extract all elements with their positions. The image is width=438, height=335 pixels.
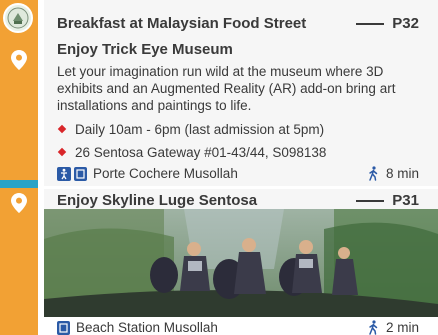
walking-person-icon: [369, 320, 378, 335]
accent-strip: [0, 180, 38, 188]
location-pin-icon: [11, 193, 27, 213]
stop-title: Enjoy Skyline Luge Sentosa: [57, 192, 258, 209]
detail-address: 26 Sentosa Gateway #01-43/44, S098138: [57, 145, 326, 160]
detail-text: 26 Sentosa Gateway #01-43/44, S098138: [75, 145, 327, 160]
walk-time: 8 min: [368, 166, 419, 181]
musollah-icon: [57, 320, 70, 335]
facility-info: Porte Cochere Musollah: [57, 166, 238, 181]
walk-time: 2 min: [368, 320, 419, 335]
stop-title: Breakfast at Malaysian Food Street: [57, 15, 307, 32]
logo-badge: [3, 3, 33, 33]
page-reference[interactable]: P31: [356, 192, 419, 209]
page-number: P31: [392, 192, 419, 209]
page-number: P32: [392, 15, 419, 32]
walk-time-label: 8 min: [385, 166, 419, 181]
leader-line: [356, 199, 385, 202]
stop-title: Enjoy Trick Eye Museum: [57, 41, 233, 58]
page-reference[interactable]: P32: [356, 15, 419, 32]
location-pin-icon: [11, 50, 27, 70]
facility-label: Beach Station Musollah: [76, 320, 218, 335]
walking-person-icon: [369, 166, 378, 181]
detail-hours: Daily 10am - 6pm (last admission at 5pm): [57, 122, 324, 137]
leader-line: [356, 22, 385, 25]
accessibility-icon: [57, 166, 71, 181]
detail-text: Daily 10am - 6pm (last admission at 5pm): [75, 122, 325, 137]
luge-photo: [44, 209, 438, 317]
diamond-bullet-icon: [57, 148, 67, 157]
facility-info: Beach Station Musollah: [57, 320, 218, 335]
facility-label: Porte Cochere Musollah: [93, 166, 238, 181]
stop-description: Let your imagination run wild at the mus…: [57, 64, 396, 113]
musollah-icon: [74, 166, 87, 181]
walk-time-label: 2 min: [385, 320, 419, 335]
diamond-bullet-icon: [57, 125, 67, 134]
